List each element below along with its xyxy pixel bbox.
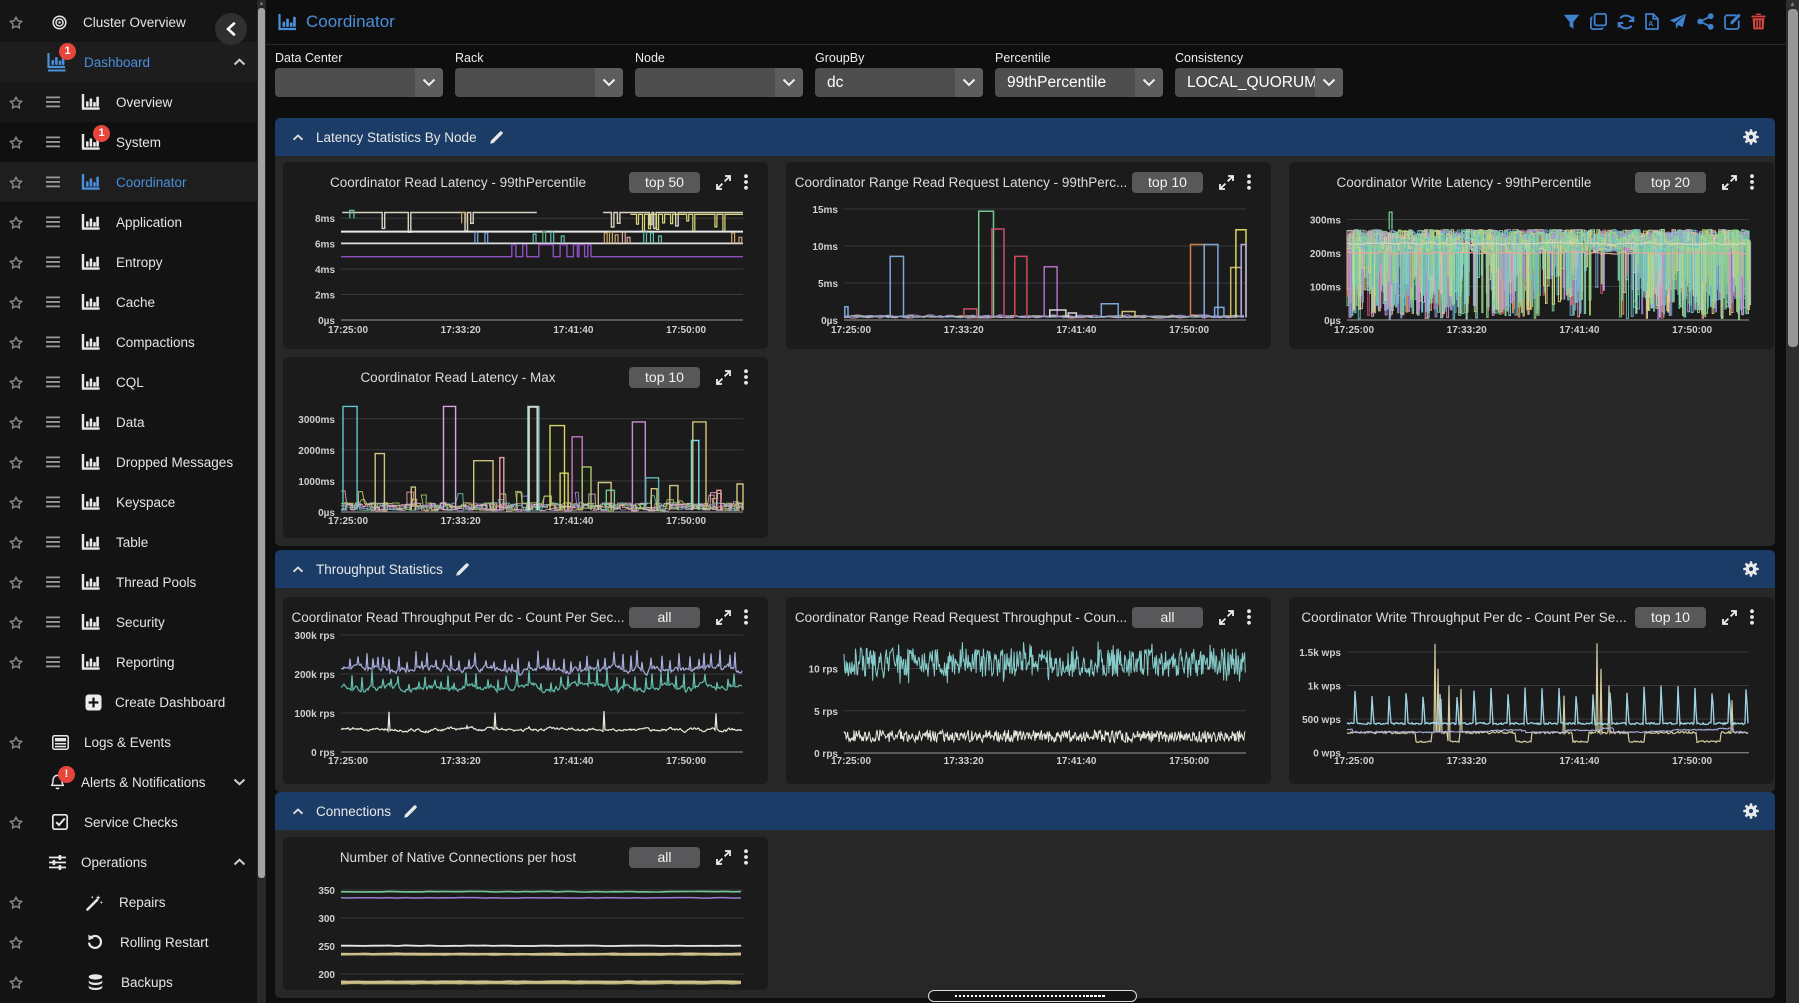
svg-text:17:33:20: 17:33:20 xyxy=(944,325,984,336)
svg-text:17:33:20: 17:33:20 xyxy=(441,516,481,527)
svg-text:1.5k wps: 1.5k wps xyxy=(1299,648,1341,659)
svg-text:5ms: 5ms xyxy=(818,279,838,290)
svg-text:17:25:00: 17:25:00 xyxy=(831,756,871,767)
svg-text:200k rps: 200k rps xyxy=(294,670,335,681)
svg-text:17:50:00: 17:50:00 xyxy=(1169,756,1209,767)
svg-text:17:25:00: 17:25:00 xyxy=(831,325,871,336)
svg-text:17:50:00: 17:50:00 xyxy=(1672,756,1712,767)
svg-text:17:50:00: 17:50:00 xyxy=(1672,325,1712,336)
svg-text:17:41:40: 17:41:40 xyxy=(1559,756,1599,767)
svg-text:17:41:40: 17:41:40 xyxy=(1056,756,1096,767)
svg-text:A: A xyxy=(1648,21,1653,28)
svg-text:500 wps: 500 wps xyxy=(1302,715,1341,726)
svg-text:4ms: 4ms xyxy=(315,265,335,276)
svg-text:17:50:00: 17:50:00 xyxy=(1169,325,1209,336)
svg-text:5 rps: 5 rps xyxy=(814,707,838,718)
svg-text:10ms: 10ms xyxy=(812,242,838,253)
svg-text:1k wps: 1k wps xyxy=(1308,682,1342,693)
svg-text:17:33:20: 17:33:20 xyxy=(441,756,481,767)
svg-text:17:33:20: 17:33:20 xyxy=(1447,756,1487,767)
svg-text:350: 350 xyxy=(318,886,335,897)
svg-text:17:41:40: 17:41:40 xyxy=(553,756,593,767)
svg-text:17:50:00: 17:50:00 xyxy=(666,325,706,336)
svg-text:300ms: 300ms xyxy=(1310,216,1342,227)
svg-text:2000ms: 2000ms xyxy=(298,446,335,457)
svg-text:100ms: 100ms xyxy=(1310,283,1342,294)
svg-text:15ms: 15ms xyxy=(812,205,838,216)
svg-text:1000ms: 1000ms xyxy=(298,477,335,488)
svg-text:17:33:20: 17:33:20 xyxy=(441,325,481,336)
svg-text:17:33:20: 17:33:20 xyxy=(1447,325,1487,336)
svg-text:17:41:40: 17:41:40 xyxy=(1559,325,1599,336)
svg-text:300k rps: 300k rps xyxy=(294,631,335,642)
svg-text:300: 300 xyxy=(318,914,335,925)
svg-text:6ms: 6ms xyxy=(315,240,335,251)
svg-text:8ms: 8ms xyxy=(315,214,335,225)
svg-text:200ms: 200ms xyxy=(1310,249,1342,260)
svg-text:17:50:00: 17:50:00 xyxy=(666,516,706,527)
svg-text:100k rps: 100k rps xyxy=(294,709,335,720)
svg-text:17:25:00: 17:25:00 xyxy=(328,516,368,527)
svg-text:250: 250 xyxy=(318,942,335,953)
svg-text:200: 200 xyxy=(318,970,335,981)
svg-text:3000ms: 3000ms xyxy=(298,415,335,426)
svg-text:17:25:00: 17:25:00 xyxy=(328,756,368,767)
svg-text:17:41:40: 17:41:40 xyxy=(553,516,593,527)
svg-text:17:25:00: 17:25:00 xyxy=(1334,756,1374,767)
svg-text:17:25:00: 17:25:00 xyxy=(328,325,368,336)
svg-text:17:50:00: 17:50:00 xyxy=(666,756,706,767)
svg-text:10 rps: 10 rps xyxy=(809,665,839,676)
svg-text:17:41:40: 17:41:40 xyxy=(1056,325,1096,336)
svg-text:17:41:40: 17:41:40 xyxy=(553,325,593,336)
svg-text:2ms: 2ms xyxy=(315,291,335,302)
svg-text:17:33:20: 17:33:20 xyxy=(944,756,984,767)
svg-text:17:25:00: 17:25:00 xyxy=(1334,325,1374,336)
